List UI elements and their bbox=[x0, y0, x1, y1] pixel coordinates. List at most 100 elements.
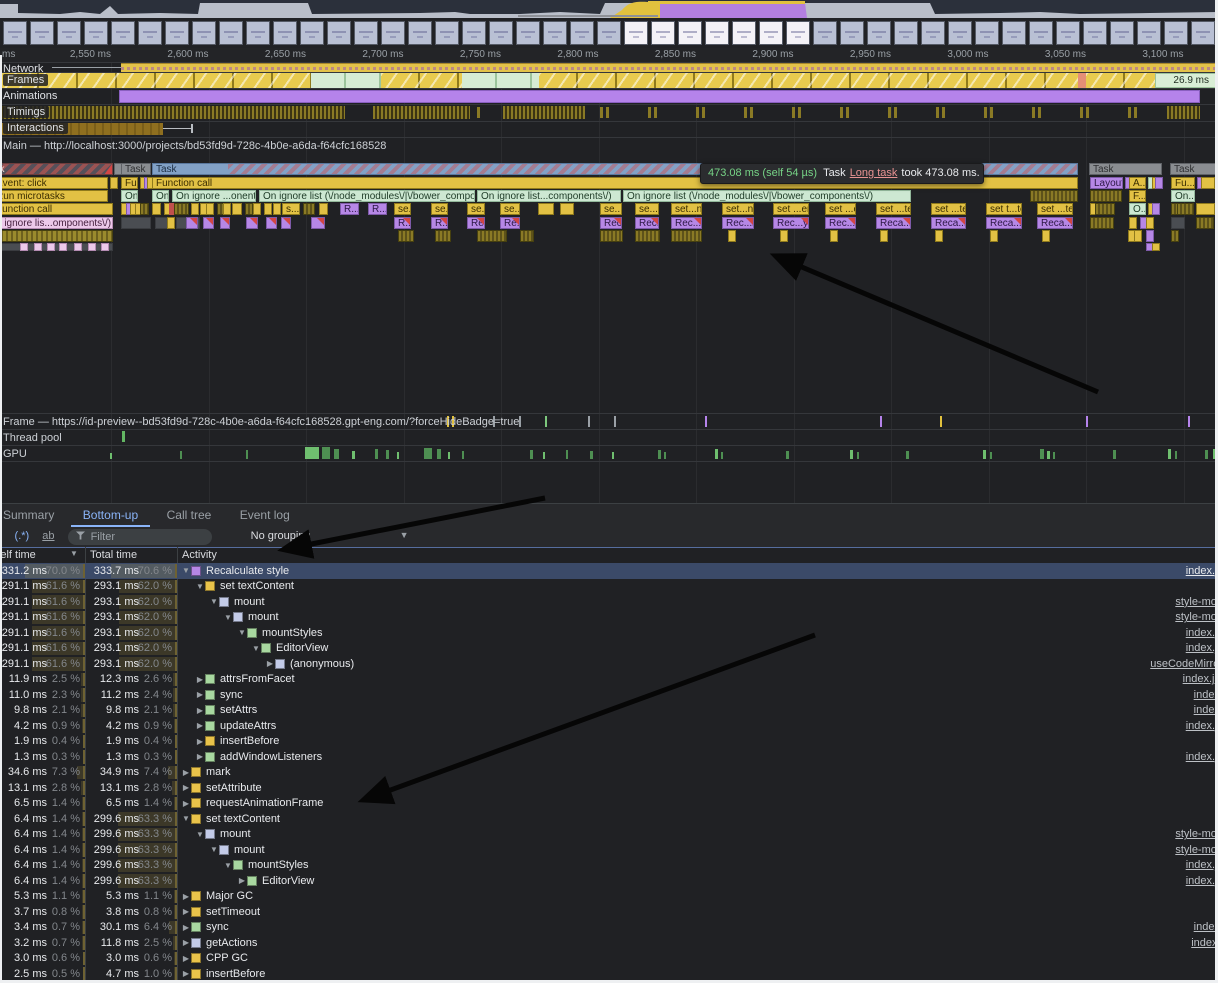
flame-bar[interactable] bbox=[560, 203, 574, 215]
col-header-activity[interactable]: Activity bbox=[182, 549, 217, 561]
source-link[interactable]: useCodeMirror bbox=[1150, 658, 1218, 670]
activity-label[interactable]: insertBefore bbox=[220, 735, 279, 747]
activity-label[interactable]: addWindowListeners bbox=[220, 751, 322, 763]
filmstrip-thumbnail[interactable] bbox=[597, 21, 621, 45]
expand-triangle-icon[interactable]: ▶ bbox=[195, 721, 205, 730]
flame-bar[interactable]: Reca...yle bbox=[1037, 217, 1073, 229]
table-row[interactable]: 291.1 ms61.6 %293.1 ms62.0 %▶(anonymous)… bbox=[0, 656, 1218, 672]
collapse-triangle-icon[interactable]: ▼ bbox=[223, 861, 233, 870]
regex-icon[interactable]: (.*) bbox=[15, 530, 30, 542]
source-link[interactable]: index.js bbox=[1186, 875, 1218, 887]
flame-bar[interactable]: Event: click bbox=[0, 177, 108, 189]
filmstrip-thumbnail[interactable] bbox=[192, 21, 216, 45]
tab-event-log[interactable]: Event log bbox=[228, 504, 302, 525]
collapse-triangle-icon[interactable]: ▼ bbox=[209, 845, 219, 854]
activity-label[interactable]: mount bbox=[234, 596, 265, 608]
flame-bar[interactable] bbox=[1090, 190, 1122, 202]
flame-bar[interactable]: se...nt bbox=[600, 203, 622, 215]
flame-bar[interactable] bbox=[1152, 203, 1160, 215]
activity-label[interactable]: EditorView bbox=[262, 875, 314, 887]
flame-bar[interactable] bbox=[47, 243, 55, 251]
collapse-triangle-icon[interactable]: ▼ bbox=[251, 644, 261, 653]
flame-bar[interactable] bbox=[264, 203, 272, 215]
table-row[interactable]: 291.1 ms61.6 %293.1 ms62.0 %▼mountstyle-… bbox=[0, 594, 1218, 610]
filmstrip-thumbnail[interactable] bbox=[84, 21, 108, 45]
flame-bar[interactable] bbox=[20, 243, 28, 251]
filmstrip-thumbnail[interactable] bbox=[3, 21, 27, 45]
activity-label[interactable]: mount bbox=[248, 611, 279, 623]
filter-input[interactable]: Filter bbox=[68, 529, 212, 545]
flame-bar[interactable]: Rec...le bbox=[635, 217, 659, 229]
activity-label[interactable]: sync bbox=[206, 921, 229, 933]
flame-bar[interactable]: s...t bbox=[282, 203, 300, 215]
filmstrip-thumbnail[interactable] bbox=[948, 21, 972, 45]
filmstrip-thumbnail[interactable] bbox=[975, 21, 999, 45]
table-row[interactable]: 6.4 ms1.4 %299.6 ms63.3 %▼mountStylesind… bbox=[0, 858, 1218, 874]
flame-bar[interactable] bbox=[253, 203, 261, 215]
filmstrip-thumbnail[interactable] bbox=[921, 21, 945, 45]
screenshot-filmstrip[interactable] bbox=[0, 18, 1218, 48]
activity-label[interactable]: setAttrs bbox=[220, 704, 257, 716]
table-row[interactable]: 6.4 ms1.4 %299.6 ms63.3 %▶EditorViewinde… bbox=[0, 873, 1218, 889]
flame-bar[interactable]: set ...tent bbox=[1037, 203, 1073, 215]
flame-bar[interactable] bbox=[319, 203, 328, 215]
activity-label[interactable]: CPP GC bbox=[206, 952, 248, 964]
filmstrip-thumbnail[interactable] bbox=[1137, 21, 1161, 45]
flame-bar[interactable]: R... bbox=[368, 203, 387, 215]
flame-bar[interactable] bbox=[477, 230, 507, 242]
filmstrip-thumbnail[interactable] bbox=[219, 21, 243, 45]
flame-bar[interactable]: Reca...yle bbox=[931, 217, 966, 229]
filmstrip-thumbnail[interactable] bbox=[354, 21, 378, 45]
track-label-timings[interactable]: Timings bbox=[3, 106, 49, 118]
tab-summary[interactable]: Summary bbox=[0, 504, 66, 525]
flame-bar[interactable] bbox=[1095, 203, 1115, 215]
flame-bar[interactable] bbox=[1201, 177, 1215, 189]
activity-label[interactable]: mark bbox=[206, 766, 230, 778]
track-label-interactions[interactable]: Interactions bbox=[3, 122, 68, 134]
filmstrip-thumbnail[interactable] bbox=[570, 21, 594, 45]
source-link[interactable]: index.js: bbox=[1183, 673, 1218, 685]
filmstrip-thumbnail[interactable] bbox=[813, 21, 837, 45]
flame-bar[interactable] bbox=[88, 243, 96, 251]
flame-bar[interactable] bbox=[281, 217, 291, 229]
filmstrip-thumbnail[interactable] bbox=[30, 21, 54, 45]
filmstrip-thumbnail[interactable] bbox=[651, 21, 675, 45]
table-row[interactable]: 291.1 ms61.6 %293.1 ms62.0 %▼set textCon… bbox=[0, 579, 1218, 595]
tab-call-tree[interactable]: Call tree bbox=[155, 504, 224, 525]
long-task-link[interactable]: Long task bbox=[850, 167, 898, 179]
flame-bar[interactable] bbox=[0, 230, 113, 242]
activity-label[interactable]: (anonymous) bbox=[290, 658, 354, 670]
activity-label[interactable]: updateAttrs bbox=[220, 720, 276, 732]
frame-segment[interactable] bbox=[1086, 73, 1155, 88]
source-link[interactable]: index.js bbox=[1186, 642, 1218, 654]
main-thread-title[interactable]: Main — http://localhost:3000/projects/bd… bbox=[3, 140, 386, 152]
collapse-triangle-icon[interactable]: ▼ bbox=[209, 597, 219, 606]
expand-triangle-icon[interactable]: ▶ bbox=[195, 706, 205, 715]
filmstrip-thumbnail[interactable] bbox=[435, 21, 459, 45]
flame-bar[interactable] bbox=[110, 177, 118, 189]
activity-label[interactable]: mount bbox=[220, 828, 251, 840]
flame-bar[interactable] bbox=[1152, 243, 1160, 251]
expand-triangle-icon[interactable]: ▶ bbox=[181, 892, 191, 901]
filmstrip-thumbnail[interactable] bbox=[408, 21, 432, 45]
filmstrip-thumbnail[interactable] bbox=[111, 21, 135, 45]
flame-bar[interactable]: se...t bbox=[431, 203, 448, 215]
flame-bar[interactable] bbox=[935, 230, 943, 242]
table-row[interactable]: 11.9 ms2.5 %12.3 ms2.6 %▶attrsFromFaceti… bbox=[0, 672, 1218, 688]
flame-bar[interactable]: R...le bbox=[431, 217, 448, 229]
flame-bar[interactable] bbox=[203, 217, 214, 229]
expand-triangle-icon[interactable]: ▶ bbox=[181, 969, 191, 978]
source-link[interactable]: index.js bbox=[1186, 720, 1218, 732]
flame-bar[interactable]: On ignore list (\/node_modules\/|\/bower… bbox=[259, 190, 475, 202]
activity-label[interactable]: Major GC bbox=[206, 890, 253, 902]
flame-bar[interactable]: Reca...tyle bbox=[986, 217, 1022, 229]
collapse-triangle-icon[interactable]: ▼ bbox=[181, 814, 191, 823]
flame-bar[interactable] bbox=[1146, 217, 1154, 229]
activity-label[interactable]: requestAnimationFrame bbox=[206, 797, 323, 809]
flame-bar[interactable]: Fu..ll bbox=[121, 177, 138, 189]
flame-bar[interactable] bbox=[600, 230, 623, 242]
flame-bar[interactable] bbox=[520, 230, 534, 242]
table-row[interactable]: 3.4 ms0.7 %30.1 ms6.4 %▶syncindex. bbox=[0, 920, 1218, 936]
activity-label[interactable]: insertBefore bbox=[206, 968, 265, 980]
filmstrip-thumbnail[interactable] bbox=[1083, 21, 1107, 45]
